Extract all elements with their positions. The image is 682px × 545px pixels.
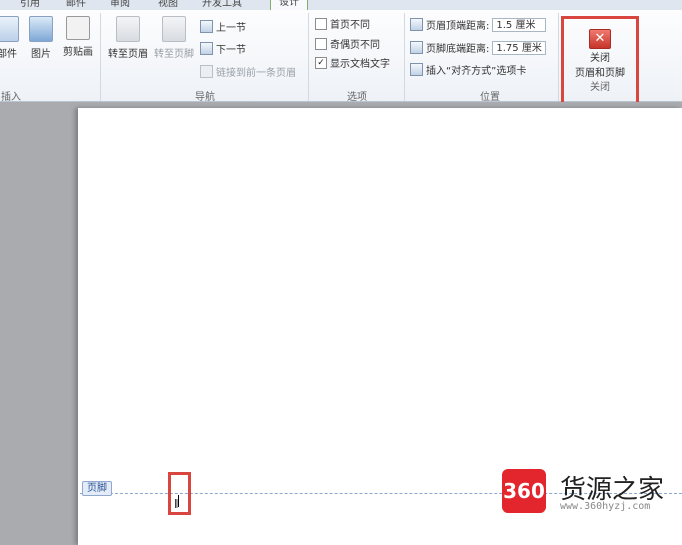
goto-footer-button[interactable]: 转至页脚 xyxy=(152,16,196,60)
next-section-icon xyxy=(200,42,213,55)
first-page-different-option[interactable]: 首页不同 xyxy=(315,16,370,31)
watermark-url: www.360hyzj.com xyxy=(560,501,651,512)
link-previous-label: 链接到前一条页眉 xyxy=(216,68,296,79)
close-button-line1: 关闭 xyxy=(590,53,610,64)
next-section-button[interactable]: 下一节 xyxy=(200,41,246,56)
link-previous-button[interactable]: 链接到前一条页眉 xyxy=(200,64,296,79)
close-icon: ✕ xyxy=(589,29,611,49)
clipart-button[interactable]: 剪贴画 xyxy=(60,16,96,58)
footer-tag: 页脚 xyxy=(82,481,112,496)
nav-group-label: 导航 xyxy=(195,92,215,103)
prev-section-label: 上一节 xyxy=(216,23,246,34)
odd-even-different-option[interactable]: 奇偶页不同 xyxy=(315,36,380,51)
group-divider xyxy=(404,13,405,101)
clipart-label: 剪贴画 xyxy=(63,47,93,58)
quick-parts-icon xyxy=(0,16,19,42)
header-position-icon xyxy=(410,18,423,31)
close-group-label: 关闭 xyxy=(590,82,610,93)
header-top-input[interactable]: 1.5 厘米 xyxy=(492,17,547,32)
group-divider xyxy=(100,13,101,101)
insert-align-tab-button[interactable]: 插入“对齐方式”选项卡 xyxy=(410,62,526,77)
prev-section-icon xyxy=(200,20,213,33)
ribbon: 部件 图片 剪贴画 插入 转至页眉 转至页脚 上一节 下一节 链接到前一条页眉 … xyxy=(0,10,682,108)
watermark: 360 货源之家 www.360hyzj.com xyxy=(502,469,664,513)
group-divider xyxy=(558,13,559,101)
group-divider xyxy=(308,13,309,101)
cursor-highlight-box xyxy=(168,472,191,515)
show-text-checkbox[interactable]: ✓ xyxy=(315,56,327,69)
picture-button[interactable]: 图片 xyxy=(28,16,54,60)
close-button-line2: 页眉和页脚 xyxy=(575,68,625,79)
tab-references[interactable]: 引用 xyxy=(20,0,40,9)
tab-view[interactable]: 视图 xyxy=(158,0,178,9)
next-section-label: 下一节 xyxy=(216,45,246,56)
footer-bottom-distance: 页脚底端距离: 1.75 厘米 xyxy=(410,40,547,55)
odd-even-label: 奇偶页不同 xyxy=(330,40,380,51)
goto-footer-label: 转至页脚 xyxy=(154,49,194,60)
watermark-logo: 360 xyxy=(502,469,546,513)
clipart-icon xyxy=(66,16,90,40)
quick-parts-button[interactable]: 部件 xyxy=(0,16,22,60)
goto-header-label: 转至页眉 xyxy=(108,49,148,60)
goto-footer-icon xyxy=(162,16,186,42)
footer-bottom-label: 页脚底端距离: xyxy=(426,44,490,55)
picture-icon xyxy=(29,16,53,42)
tab-mailings[interactable]: 邮件 xyxy=(66,0,86,9)
insert-align-tab-label: 插入“对齐方式”选项卡 xyxy=(426,66,527,77)
show-text-label: 显示文档文字 xyxy=(330,59,390,70)
goto-header-button[interactable]: 转至页眉 xyxy=(106,16,150,60)
picture-label: 图片 xyxy=(31,49,51,60)
first-page-label: 首页不同 xyxy=(330,20,370,31)
footer-position-icon xyxy=(410,41,423,54)
position-group-label: 位置 xyxy=(480,92,500,103)
tab-review[interactable]: 审阅 xyxy=(110,0,130,9)
odd-even-checkbox[interactable] xyxy=(315,37,327,50)
align-tab-icon xyxy=(410,63,423,76)
link-icon xyxy=(200,65,213,78)
quick-parts-label: 部件 xyxy=(0,49,17,60)
first-page-checkbox[interactable] xyxy=(315,17,327,30)
goto-header-icon xyxy=(116,16,140,42)
options-group-label: 选项 xyxy=(347,92,367,103)
footer-bottom-input[interactable]: 1.75 厘米 xyxy=(492,40,547,55)
tab-developer[interactable]: 开发工具 xyxy=(202,0,242,9)
header-top-label: 页眉顶端距离: xyxy=(426,21,490,32)
close-header-footer-button[interactable]: ✕ 关闭 页眉和页脚 关闭 xyxy=(561,16,639,108)
header-top-distance: 页眉顶端距离: 1.5 厘米 xyxy=(410,17,547,32)
insert-group-label: 插入 xyxy=(1,92,21,103)
prev-section-button[interactable]: 上一节 xyxy=(200,19,246,34)
show-document-text-option[interactable]: ✓ 显示文档文字 xyxy=(315,55,390,70)
